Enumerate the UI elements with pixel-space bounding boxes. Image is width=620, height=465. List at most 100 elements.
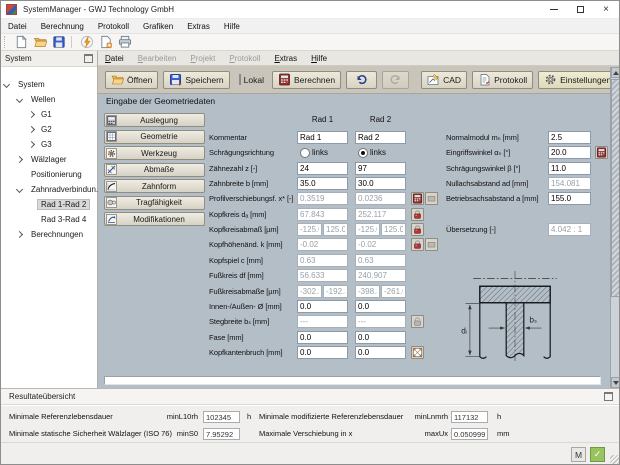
quick-calculation-button[interactable] bbox=[79, 35, 95, 50]
m-status-button[interactable]: M bbox=[571, 447, 586, 462]
cad-button[interactable]: CAD bbox=[421, 71, 467, 89]
input-normalmodul-m-mm[interactable] bbox=[548, 131, 591, 144]
save-button[interactable]: Speichern bbox=[163, 71, 229, 89]
doc-menu-item-hilfe[interactable]: Hilfe bbox=[304, 54, 334, 63]
open-button[interactable]: Öffnen bbox=[105, 71, 158, 89]
protocol-button-label: Protokoll bbox=[494, 75, 527, 85]
new-file-button[interactable] bbox=[13, 35, 29, 50]
protocol-button[interactable]: Protokoll bbox=[472, 71, 533, 89]
menu-item-extras[interactable]: Extras bbox=[180, 22, 217, 31]
result-unit-minlnmrh: h bbox=[497, 412, 501, 421]
menu-item-datei[interactable]: Datei bbox=[1, 22, 34, 31]
chevron-expanded-icon[interactable] bbox=[16, 96, 23, 103]
lock-icon[interactable] bbox=[411, 208, 424, 221]
input-fu-kreisabma-e-m-rad1-upper bbox=[323, 285, 348, 298]
toolbar-grip[interactable] bbox=[4, 36, 8, 48]
scrollbar-thumb[interactable] bbox=[611, 79, 620, 297]
chevron-collapsed-icon[interactable] bbox=[16, 231, 23, 238]
print-button[interactable] bbox=[117, 35, 133, 50]
tree-item-rad-1-rad-2[interactable]: Rad 1-Rad 2 bbox=[1, 197, 97, 212]
chevron-collapsed-icon[interactable] bbox=[16, 156, 23, 163]
input-fu-kreis-df-mm-rad2 bbox=[355, 269, 406, 282]
input-eingriffswinkel[interactable] bbox=[548, 146, 591, 159]
tree-item-zahnradverbindun[interactable]: Zahnradverbindun... bbox=[1, 182, 97, 197]
close-button[interactable]: × bbox=[593, 1, 619, 18]
doc-menu-item-projekt[interactable]: Projekt bbox=[183, 54, 222, 63]
lock-open-icon[interactable] bbox=[411, 315, 424, 328]
section-button-auslegung[interactable]: Auslegung bbox=[104, 113, 205, 127]
tree-item-label: Rad 1-Rad 2 bbox=[38, 200, 89, 209]
tree-item-label: Wälzlager bbox=[28, 155, 70, 164]
tree-item-berechnungen[interactable]: Berechnungen bbox=[1, 227, 97, 242]
lock-icon[interactable] bbox=[411, 238, 424, 251]
tree-item-g1[interactable]: G1 bbox=[1, 107, 97, 122]
input-innen-au-en-mm-rad1[interactable] bbox=[297, 300, 348, 313]
doc-menu-item-extras[interactable]: Extras bbox=[267, 54, 304, 63]
form-row-nullachsabstand-ad-mm: Nullachsabstand ad [mm] bbox=[98, 177, 610, 190]
document-toolbar: Öffnen Speichern Lokal Berechnen CAD bbox=[98, 66, 620, 94]
menu-item-berechnung[interactable]: Berechnung bbox=[34, 22, 91, 31]
tree-item-label: G1 bbox=[38, 110, 55, 119]
chevron-expanded-icon[interactable] bbox=[16, 186, 23, 193]
disabled-button-icon[interactable] bbox=[425, 238, 438, 251]
input-schr-gungswinkel[interactable] bbox=[548, 162, 591, 175]
chevron-collapsed-icon[interactable] bbox=[28, 111, 35, 118]
tree-item-system[interactable]: System bbox=[1, 77, 97, 92]
result-label-mins0: Minimale statische Sicherheit Wälzlager … bbox=[9, 429, 172, 438]
input-kopfkantenbruch-mm-rad1[interactable] bbox=[297, 346, 348, 359]
settings-button[interactable]: Einstellungen bbox=[538, 71, 617, 89]
input-fase-mm-rad1[interactable] bbox=[297, 331, 348, 344]
pin-icon[interactable] bbox=[84, 54, 93, 63]
form-row-innen-au-en-mm: Innen-/Außen- Ø [mm] bbox=[98, 300, 610, 313]
menu-item-hilfe[interactable]: Hilfe bbox=[217, 22, 247, 31]
tree-item-label: Berechnungen bbox=[28, 230, 86, 239]
input-innen-au-en-mm-rad2[interactable] bbox=[355, 300, 406, 313]
results-panel: Resultateübersicht Minimale Referenzlebe… bbox=[1, 388, 620, 442]
chamfer-icon[interactable] bbox=[411, 346, 424, 359]
tree-item-rad-3-rad-4[interactable]: Rad 3-Rad 4 bbox=[1, 212, 97, 227]
scroll-up-button[interactable] bbox=[611, 67, 620, 78]
tree-item-wellen[interactable]: Wellen bbox=[1, 92, 97, 107]
design-icon bbox=[106, 115, 117, 126]
save-file-button[interactable] bbox=[51, 35, 67, 50]
undo-button[interactable] bbox=[346, 71, 377, 89]
scroll-down-button[interactable] bbox=[611, 377, 620, 388]
form-row-bersetzung: Übersetzung [-] bbox=[98, 223, 610, 236]
redo-icon bbox=[389, 73, 402, 86]
chevron-collapsed-icon[interactable] bbox=[28, 126, 35, 133]
tree-item-positionierung[interactable]: Positionierung bbox=[1, 167, 97, 182]
local-checkbox[interactable] bbox=[239, 74, 241, 85]
calculator-icon[interactable] bbox=[595, 146, 608, 159]
menu-item-protokoll[interactable]: Protokoll bbox=[91, 22, 136, 31]
titlebar: SystemManager - GWJ Technology GmbH × bbox=[1, 1, 619, 19]
redo-button[interactable] bbox=[382, 71, 409, 89]
results-pin-icon[interactable] bbox=[604, 392, 613, 401]
menu-item-grafiken[interactable]: Grafiken bbox=[136, 22, 180, 31]
chevron-collapsed-icon[interactable] bbox=[28, 141, 35, 148]
doc-menu-item-protokoll[interactable]: Protokoll bbox=[222, 54, 267, 63]
result-label-minl10rh: Minimale Referenzlebensdauer bbox=[9, 412, 113, 421]
tree-item-g3[interactable]: G3 bbox=[1, 137, 97, 152]
calculate-button[interactable]: Berechnen bbox=[272, 71, 341, 89]
chevron-expanded-icon[interactable] bbox=[3, 81, 10, 88]
calculation-ok-button[interactable]: ✓ bbox=[590, 447, 605, 462]
maximize-button[interactable] bbox=[567, 1, 593, 18]
field-label: Stegbreite bₛ [mm] bbox=[209, 317, 269, 326]
form-row-stegbreite-b-mm: Stegbreite bₛ [mm] bbox=[98, 315, 610, 328]
settings-icon bbox=[544, 73, 557, 86]
vertical-scrollbar[interactable] bbox=[610, 67, 620, 388]
input-fu-kreisabma-e-m-rad2-upper bbox=[381, 285, 406, 298]
new-report-button[interactable] bbox=[98, 35, 114, 50]
open-file-button[interactable] bbox=[32, 35, 48, 50]
doc-menu-item-bearbeiten[interactable]: Bearbeiten bbox=[131, 54, 184, 63]
input-kopfkantenbruch-mm-rad2[interactable] bbox=[355, 346, 406, 359]
input-betriebsachsabstand-a-mm[interactable] bbox=[548, 192, 591, 205]
minimize-button[interactable] bbox=[541, 1, 567, 18]
open-button-label: Öffnen bbox=[127, 75, 152, 85]
doc-menu-item-datei[interactable]: Datei bbox=[98, 54, 131, 63]
new-report-icon bbox=[99, 35, 113, 49]
resize-grip[interactable] bbox=[610, 455, 619, 464]
input-fase-mm-rad2[interactable] bbox=[355, 331, 406, 344]
tree-item-g2[interactable]: G2 bbox=[1, 122, 97, 137]
tree-item-w-lzlager[interactable]: Wälzlager bbox=[1, 152, 97, 167]
